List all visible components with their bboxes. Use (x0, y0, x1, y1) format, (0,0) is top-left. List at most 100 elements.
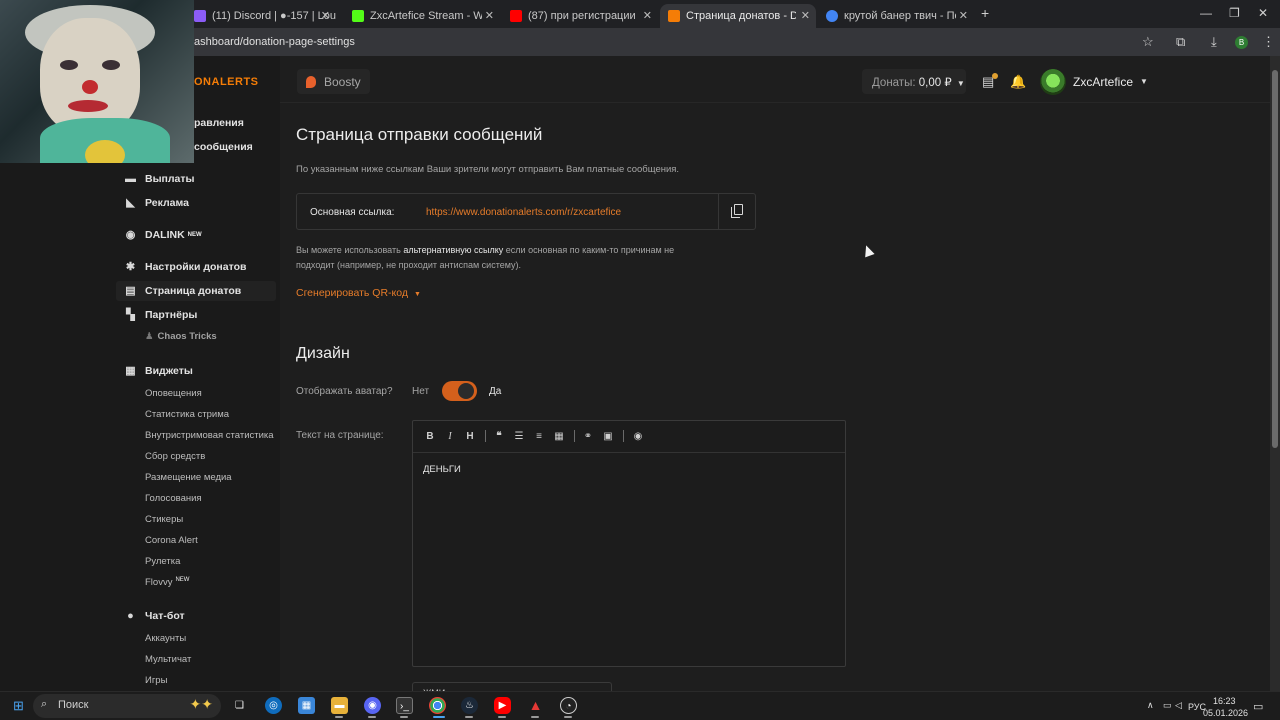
scrollbar-thumb[interactable] (1272, 70, 1278, 448)
donates-balance-dropdown[interactable]: Донаты: 0,00 ₽ ▼ (862, 69, 966, 94)
toggle-yes-label: Да (489, 386, 502, 397)
main-link-url[interactable]: https://www.donationalerts.com/r/zxcarte… (426, 207, 621, 218)
discord-icon[interactable]: ◉ (364, 697, 381, 714)
new-tab-button[interactable]: + (981, 5, 989, 21)
tab-title: (87) при регистрации на кике (528, 10, 638, 22)
sidebar-subitem-multichat[interactable]: Мультичат (145, 654, 191, 670)
sidebar-item-messages[interactable]: сообщения (194, 138, 253, 156)
outlook-icon[interactable]: ◎ (265, 697, 282, 714)
store-icon[interactable]: ▦ (298, 697, 315, 714)
copy-link-button[interactable] (718, 194, 755, 229)
sidebar-subitem-instream-stats[interactable]: Внутристримовая статистика (145, 430, 274, 446)
avatar[interactable] (1040, 69, 1066, 95)
extensions-icon[interactable]: ⧉ (1176, 34, 1185, 50)
bookmark-star-icon[interactable]: ☆ (1142, 34, 1154, 50)
youtube-icon[interactable]: ▶ (494, 697, 511, 714)
windows-start-icon[interactable]: ⊞ (10, 697, 27, 714)
link-icon[interactable]: ⚭ (582, 431, 594, 442)
username[interactable]: ZxcArtefice (1073, 75, 1133, 89)
sidebar-subitem-stream-stats[interactable]: Статистика стрима (145, 409, 229, 425)
sidebar-subitem-games[interactable]: Игры (145, 675, 167, 691)
tab-youtube[interactable]: (87) при регистрации на кике ✕ (502, 4, 658, 28)
red-triangle-app-icon[interactable]: ▲ (527, 697, 544, 714)
close-icon[interactable]: ✕ (643, 9, 652, 22)
download-icon[interactable]: ⤓ (1211, 34, 1217, 50)
close-icon[interactable]: ✕ (959, 9, 968, 22)
sidebar-subitem-polls[interactable]: Голосования (145, 493, 202, 509)
volume-icon[interactable]: ◁ (1175, 700, 1182, 711)
tray-chevron-icon[interactable]: ∧ (1147, 700, 1154, 711)
chrome-icon[interactable] (429, 697, 446, 714)
boosty-button[interactable]: Boosty (297, 69, 370, 94)
sidebar-item-ads[interactable]: ◣ Реклама (124, 194, 189, 212)
italic-icon[interactable]: I (444, 431, 456, 442)
chevron-down-icon[interactable]: ▼ (1140, 77, 1148, 86)
obs-icon[interactable]: ◔ (560, 697, 577, 714)
tab-donation-page[interactable]: Страница донатов - DonationAl ✕ (660, 4, 816, 28)
sidebar-subitem-fundraising[interactable]: Сбор средств (145, 451, 205, 467)
url-field[interactable]: ashboard/donation-page-settings (194, 36, 355, 48)
sidebar-item-label: Виджеты (145, 365, 193, 377)
sidebar-item-partners[interactable]: ▚ Партнёры (124, 306, 197, 324)
donates-label: Донаты: (872, 77, 916, 89)
close-icon[interactable]: ✕ (321, 9, 330, 22)
sidebar-item-payouts[interactable]: ▬ Выплаты (124, 170, 195, 188)
youtube-favicon-icon (510, 10, 522, 22)
bullet-list-icon[interactable]: ☰ (513, 431, 525, 442)
alt-link[interactable]: альтернативную ссылку (403, 245, 503, 255)
tab-kick-stream[interactable]: ZxcArtefice Stream - Watch Live ✕ (344, 4, 500, 28)
sidebar-subitem-alerts[interactable]: Оповещения (145, 388, 202, 404)
tab-title: ZxcArtefice Stream - Watch Live (370, 10, 482, 22)
close-icon[interactable]: ✕ (801, 9, 810, 22)
minimize-icon[interactable]: — (1200, 6, 1212, 20)
numbered-list-icon[interactable]: ≡ (533, 431, 545, 442)
webcam-face (40, 18, 140, 133)
bell-icon[interactable]: 🔔 (1010, 74, 1026, 90)
task-view-icon[interactable]: ❏ (231, 697, 248, 714)
image-icon[interactable]: ▣ (602, 431, 614, 442)
sidebar-subitem-corona-alert[interactable]: Corona Alert (145, 535, 198, 551)
clock-date[interactable]: 05.01.2026 (1203, 708, 1248, 718)
close-window-icon[interactable]: ✕ (1258, 6, 1268, 20)
sidebar-subitem-media[interactable]: Размещение медиа (145, 472, 232, 488)
sidebar-subitem-label: Голосования (145, 493, 202, 504)
tab-google-search[interactable]: крутой банер твич - Поиск в Г ✕ (818, 4, 974, 28)
sidebar-subitem-accounts[interactable]: Аккаунты (145, 633, 186, 649)
sidebar-item-label: Страница донатов (145, 285, 242, 297)
table-icon[interactable]: ▦ (553, 431, 565, 442)
editor-content[interactable]: ДЕНЬГИ (423, 464, 461, 475)
search-icon: ⌕ (41, 698, 48, 710)
sidebar-item-dalink[interactable]: ◉ DALINK NEW (124, 226, 202, 244)
sidebar-item-donation-settings[interactable]: ✱ Настройки донатов (124, 258, 247, 276)
show-avatar-toggle[interactable] (442, 381, 477, 401)
menu-dots-icon[interactable]: ⋮ (1262, 34, 1275, 50)
sidebar-subitem-stickers[interactable]: Стикеры (145, 514, 183, 530)
generate-qr-button[interactable]: Сгенерировать QR-код ▼ (296, 287, 421, 299)
sidebar-subitem-roulette[interactable]: Рулетка (145, 556, 180, 572)
sidebar-item-chatbot[interactable]: ● Чат-бот (124, 607, 184, 625)
taskbar-search-input[interactable]: ⌕ Поиск ✦✦ (33, 694, 221, 718)
clock-time[interactable]: 16:23 (1213, 696, 1236, 706)
page-text-editor[interactable] (412, 420, 846, 667)
heading-icon[interactable]: H (464, 431, 476, 442)
brand-logo[interactable]: ONALERTS (194, 76, 259, 88)
bold-icon[interactable]: B (424, 431, 436, 442)
network-icon[interactable]: ▭ (1163, 700, 1172, 711)
sidebar-item-widgets[interactable]: ▦ Виджеты (124, 362, 193, 380)
sidebar-item-management[interactable]: равления (194, 114, 244, 132)
sidebar-subitem-chaos-tricks[interactable]: ♟ Chaos Tricks (145, 331, 217, 347)
preview-eye-icon[interactable]: ◉ (632, 431, 644, 442)
file-explorer-icon[interactable]: ▬ (331, 697, 348, 714)
notifications-icon[interactable]: ▭ (1253, 700, 1263, 713)
sidebar-item-donation-page[interactable]: ▤ Страница донатов (124, 282, 241, 300)
steam-icon[interactable]: ♨ (461, 697, 478, 714)
profile-avatar[interactable]: B (1235, 36, 1248, 49)
new-badge: NEW (175, 577, 190, 583)
close-icon[interactable]: ✕ (485, 9, 494, 22)
terminal-icon[interactable]: ›_ (396, 697, 413, 714)
quote-icon[interactable]: ❝ (493, 431, 505, 442)
tab-discord[interactable]: (11) Discord | ●-157 | Lou ✕ (186, 4, 336, 28)
restore-icon[interactable]: ❐ (1229, 6, 1240, 20)
sidebar-subitem-label: Flovvy (145, 577, 173, 588)
sidebar-subitem-flovvy[interactable]: Flovvy NEW (145, 577, 189, 593)
